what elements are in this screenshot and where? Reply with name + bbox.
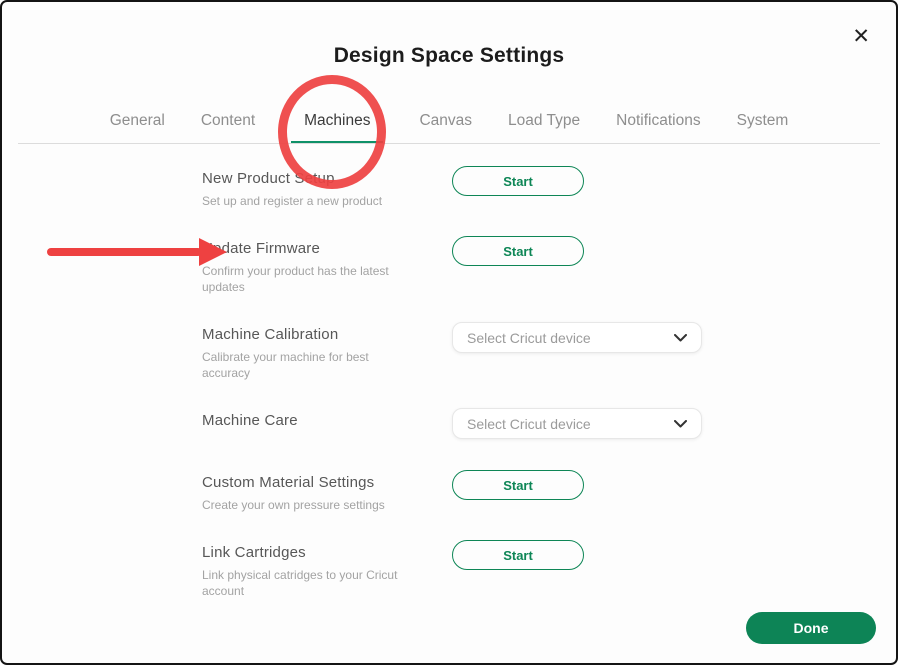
row-subtitle: Create your own pressure settings	[202, 497, 407, 513]
chevron-down-icon	[674, 420, 687, 428]
dialog-title: Design Space Settings	[2, 44, 896, 68]
row-subtitle: Set up and register a new product	[202, 193, 407, 209]
tab-general[interactable]: General	[110, 112, 165, 144]
tab-content[interactable]: Content	[201, 112, 255, 144]
row-title: Link Cartridges	[202, 544, 407, 561]
select-value: Select Cricut device	[467, 330, 591, 346]
done-button[interactable]: Done	[746, 612, 876, 644]
tab-machines[interactable]: Machines	[291, 112, 383, 144]
tab-separator	[18, 143, 880, 144]
row-machine-calibration: Machine Calibration Calibrate your machi…	[2, 322, 896, 408]
row-title: Custom Material Settings	[202, 474, 407, 491]
start-button[interactable]: Start	[452, 166, 584, 196]
tab-load-type[interactable]: Load Type	[508, 112, 580, 144]
row-subtitle: Calibrate your machine for best accuracy	[202, 349, 407, 381]
row-title: Machine Care	[202, 412, 407, 429]
start-button[interactable]: Start	[452, 236, 584, 266]
tab-system[interactable]: System	[737, 112, 789, 144]
select-value: Select Cricut device	[467, 416, 591, 432]
row-new-product-setup: New Product Setup Set up and register a …	[2, 166, 896, 236]
tab-notifications[interactable]: Notifications	[616, 112, 700, 144]
start-button[interactable]: Start	[452, 470, 584, 500]
start-button[interactable]: Start	[452, 540, 584, 570]
chevron-down-icon	[674, 334, 687, 342]
device-select[interactable]: Select Cricut device	[452, 408, 702, 439]
tab-bar: General Content Machines Canvas Load Typ…	[2, 106, 896, 144]
row-title: New Product Setup	[202, 170, 407, 187]
row-update-firmware: Update Firmware Confirm your product has…	[2, 236, 896, 322]
row-subtitle: Link physical catridges to your Cricut a…	[202, 567, 407, 599]
row-machine-care: Machine Care Select Cricut device	[2, 408, 896, 470]
row-subtitle: Confirm your product has the latest upda…	[202, 263, 407, 295]
row-title: Update Firmware	[202, 240, 407, 257]
design-space-settings-dialog: ✕ Design Space Settings General Content …	[0, 0, 898, 665]
tab-canvas[interactable]: Canvas	[419, 112, 472, 144]
row-title: Machine Calibration	[202, 326, 407, 343]
device-select[interactable]: Select Cricut device	[452, 322, 702, 353]
row-custom-material-settings: Custom Material Settings Create your own…	[2, 470, 896, 540]
